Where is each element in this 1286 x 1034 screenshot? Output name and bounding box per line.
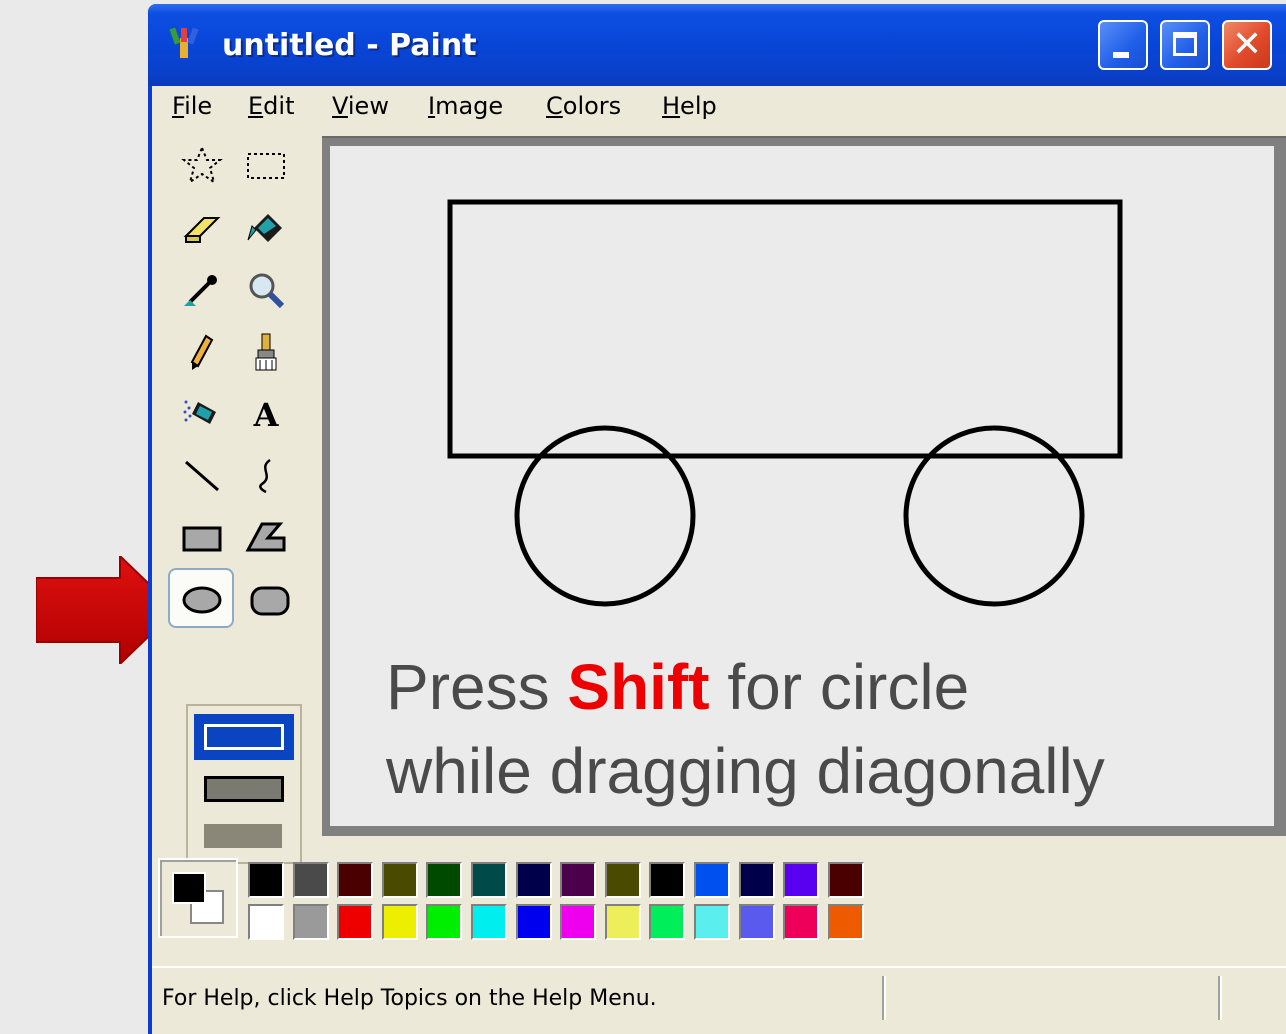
color-swatch[interactable] (604, 862, 641, 898)
color-swatch[interactable] (337, 862, 374, 898)
select-tool[interactable] (236, 138, 296, 194)
magnifier-tool[interactable] (236, 262, 296, 318)
rounded-rectangle-icon (250, 586, 290, 616)
pick-color-icon (184, 275, 217, 306)
brush-tool[interactable] (236, 324, 296, 380)
fill-style-outline-fill[interactable] (204, 776, 284, 802)
outline-only-icon (204, 724, 284, 750)
color-swatch[interactable] (649, 904, 686, 940)
rectangle-icon (182, 526, 222, 552)
fill-style-outline[interactable] (194, 714, 294, 760)
color-swatch[interactable] (381, 904, 418, 940)
close-icon: ✕ (1231, 24, 1263, 65)
pick-color-tool[interactable] (172, 262, 232, 318)
color-swatch[interactable] (827, 904, 864, 940)
color-swatch[interactable] (694, 904, 730, 940)
magnifier-icon (249, 273, 285, 309)
maximize-button[interactable] (1160, 20, 1210, 70)
fill-with-color-icon (247, 214, 282, 242)
line-tool[interactable] (172, 448, 232, 504)
close-button[interactable]: ✕ (1222, 20, 1272, 70)
foreground-color-swatch[interactable] (172, 872, 206, 904)
menu-bar: File Edit View Image Colors Help (152, 86, 1286, 126)
drawing-canvas[interactable]: Press Shift for circle while dragging di… (330, 146, 1274, 826)
menu-edit[interactable]: Edit (248, 92, 294, 120)
menu-file[interactable]: File (172, 92, 212, 120)
color-swatch[interactable] (738, 862, 775, 898)
free-form-select-tool[interactable] (172, 138, 232, 194)
color-swatch[interactable] (560, 862, 597, 898)
client-area: File Edit View Image Colors Help A Press… (152, 86, 1286, 1034)
color-swatch[interactable] (827, 862, 864, 898)
fill-style-options (186, 704, 302, 864)
minimize-icon (1113, 52, 1129, 58)
text-tool[interactable]: A (236, 386, 296, 442)
car-body-rectangle (447, 199, 1123, 459)
color-swatch[interactable] (649, 862, 686, 898)
minimize-button[interactable] (1098, 20, 1148, 70)
pencil-icon (190, 334, 214, 370)
status-bar: For Help, click Help Topics on the Help … (152, 966, 1286, 1028)
brush-icon (255, 333, 277, 371)
fill-tool[interactable] (236, 200, 296, 256)
color-swatch[interactable] (292, 904, 329, 940)
color-swatch[interactable] (471, 904, 507, 940)
menu-image[interactable]: Image (428, 92, 503, 120)
current-colors[interactable] (158, 858, 238, 938)
rounded-rectangle-tool[interactable] (240, 572, 300, 628)
color-swatch[interactable] (381, 862, 418, 898)
color-swatch[interactable] (292, 862, 329, 898)
shift-key-highlight: Shift (567, 651, 710, 723)
polygon-tool[interactable] (236, 510, 296, 566)
status-help-text: For Help, click Help Topics on the Help … (162, 986, 657, 1011)
drawing-shapes (447, 199, 1123, 607)
eraser-icon (183, 217, 221, 243)
maximize-icon (1173, 32, 1197, 56)
paint-app-icon (169, 27, 199, 58)
menu-view[interactable]: View (332, 92, 389, 120)
color-swatch[interactable] (604, 904, 641, 940)
curve-icon (259, 458, 271, 494)
menu-help[interactable]: Help (662, 92, 717, 120)
color-swatch[interactable] (426, 862, 463, 898)
color-swatch[interactable] (471, 862, 507, 898)
color-swatch[interactable] (783, 904, 820, 940)
paint-window: untitled - Paint ✕ File Edit View Image … (148, 4, 1286, 1034)
color-swatch[interactable] (248, 862, 284, 898)
text-icon: A (253, 396, 280, 434)
free-form-select-icon (181, 145, 223, 185)
ellipse-icon (182, 586, 222, 614)
menu-colors[interactable]: Colors (546, 92, 621, 120)
window-title: untitled - Paint (222, 28, 477, 63)
color-swatch[interactable] (337, 904, 374, 940)
color-swatch[interactable] (738, 904, 775, 940)
color-palette (158, 858, 878, 948)
color-swatch[interactable] (515, 862, 552, 898)
canvas-scroll-area: Press Shift for circle while dragging di… (322, 136, 1286, 836)
pencil-tool[interactable] (172, 324, 232, 380)
color-swatch[interactable] (248, 904, 284, 940)
status-divider (1218, 976, 1222, 1020)
toolbox: A (162, 134, 310, 864)
instruction-line-2: while dragging diagonally (386, 735, 1105, 807)
color-swatch[interactable] (426, 904, 463, 940)
color-swatch[interactable] (783, 862, 820, 898)
select-icon (247, 153, 285, 179)
ellipse-tool[interactable] (168, 568, 234, 628)
fill-style-fill-only[interactable] (204, 824, 282, 848)
instruction-line-1: Press Shift for circle (386, 651, 970, 723)
line-icon (185, 460, 219, 492)
polygon-icon (245, 522, 286, 552)
airbrush-tool[interactable] (172, 386, 232, 442)
color-swatch[interactable] (515, 904, 552, 940)
title-bar[interactable]: untitled - Paint ✕ (148, 4, 1286, 86)
svg-text:A: A (253, 396, 280, 434)
eraser-tool[interactable] (172, 200, 232, 256)
curve-tool[interactable] (236, 448, 296, 504)
rectangle-tool[interactable] (172, 510, 232, 566)
status-divider (882, 976, 886, 1020)
color-swatch[interactable] (694, 862, 730, 898)
airbrush-icon (183, 400, 216, 424)
color-swatch[interactable] (560, 904, 597, 940)
